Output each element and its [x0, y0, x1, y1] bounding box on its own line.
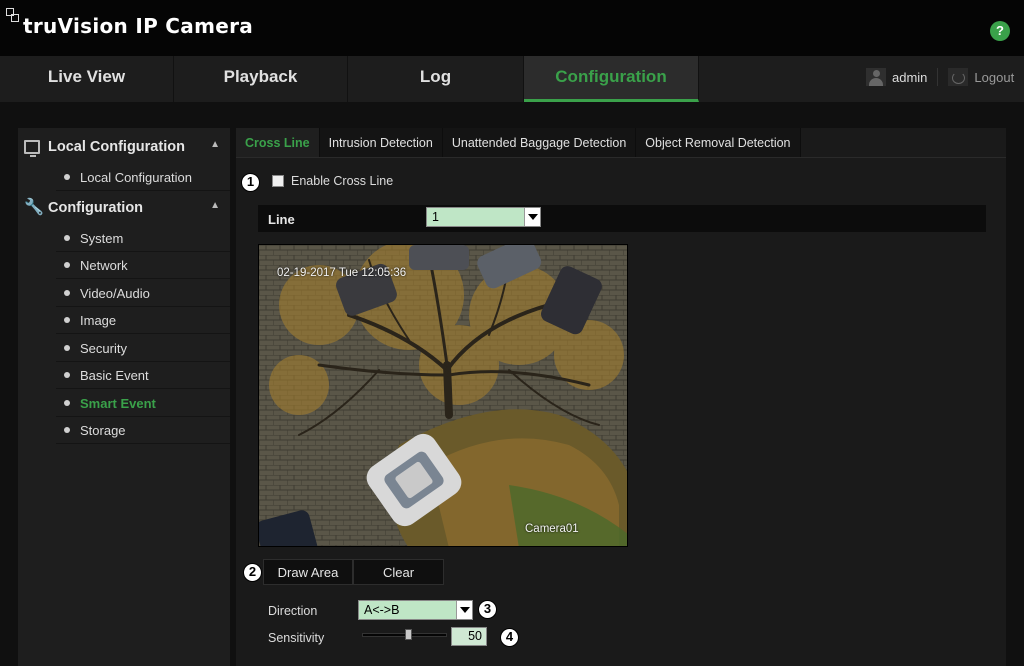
- logout-icon[interactable]: [948, 68, 969, 86]
- sensitivity-value-field[interactable]: 50: [451, 627, 487, 646]
- sidebar-item-storage[interactable]: Storage: [56, 417, 230, 444]
- enable-cross-line-row: Enable Cross Line: [272, 174, 393, 188]
- direction-select-value: A<->B: [364, 603, 400, 617]
- sidebar-item-network[interactable]: Network: [56, 252, 230, 279]
- camera-timestamp: 02-19-2017 Tue 12:05:36: [277, 267, 407, 279]
- sensitivity-slider-handle[interactable]: [405, 629, 412, 640]
- sidebar-item-label: Storage: [80, 422, 126, 438]
- sidebar-item-label: Security: [80, 340, 127, 356]
- line-select[interactable]: 1: [426, 207, 541, 227]
- username: admin: [892, 69, 928, 85]
- sidebar-item-local-configuration[interactable]: Local Configuration: [56, 164, 230, 191]
- tab-intrusion-detection[interactable]: Intrusion Detection: [319, 128, 443, 157]
- callout-4: 4: [500, 628, 519, 647]
- sidebar-item-security[interactable]: Security: [56, 335, 230, 362]
- tab-live-view[interactable]: Live View: [0, 56, 174, 102]
- clear-button[interactable]: Clear: [353, 559, 444, 585]
- sidebar-item-label: System: [80, 230, 124, 246]
- main-panel: Cross Line Intrusion Detection Unattende…: [236, 128, 1006, 666]
- line-row: Line 1: [258, 205, 986, 232]
- callout-1: 1: [241, 173, 260, 192]
- sidebar-item-label: Video/Audio: [80, 285, 150, 301]
- user-area: admin Logout: [866, 68, 1014, 86]
- wrench-icon: 🔧: [24, 199, 44, 216]
- sidebar-section-label: Configuration: [48, 200, 144, 216]
- tab-log[interactable]: Log: [348, 56, 524, 102]
- user-icon: [866, 68, 886, 86]
- bullet-icon: [64, 262, 70, 268]
- sidebar-section-local-configuration[interactable]: Local Configuration ▲: [18, 130, 230, 164]
- chevron-down-icon[interactable]: [456, 601, 472, 619]
- sidebar-section-configuration[interactable]: 🔧 Configuration ▲: [18, 191, 230, 225]
- tab-cross-line[interactable]: Cross Line: [236, 128, 320, 157]
- help-icon[interactable]: ?: [990, 21, 1010, 41]
- sidebar-item-basic-event[interactable]: Basic Event: [56, 362, 230, 389]
- camera-scene: [259, 245, 627, 546]
- sidebar-item-image[interactable]: Image: [56, 307, 230, 334]
- camera-preview[interactable]: 02-19-2017 Tue 12:05:36 Camera01: [258, 244, 628, 547]
- divider: [937, 68, 939, 86]
- app-header: truVision IP Camera ?: [0, 0, 1024, 56]
- chevron-up-icon[interactable]: ▲: [210, 200, 220, 211]
- bullet-icon: [64, 290, 70, 296]
- line-label: Line: [268, 212, 295, 227]
- sidebar-item-label: Network: [80, 257, 128, 273]
- callout-3: 3: [478, 600, 497, 619]
- smart-event-tabs: Cross Line Intrusion Detection Unattende…: [236, 128, 801, 157]
- sensitivity-label: Sensitivity: [268, 631, 325, 645]
- sidebar-item-smart-event[interactable]: Smart Event: [56, 390, 230, 417]
- sidebar-item-video-audio[interactable]: Video/Audio: [56, 280, 230, 307]
- brand-title: truVision IP Camera: [23, 14, 254, 38]
- bullet-icon: [64, 345, 70, 351]
- sidebar: Local Configuration ▲ Local Configuratio…: [18, 128, 230, 666]
- tab-underline: [236, 157, 1006, 158]
- bullet-icon: [64, 235, 70, 241]
- main-nav: Live View Playback Log Configuration adm…: [0, 56, 1024, 102]
- sidebar-item-label: Basic Event: [80, 367, 149, 383]
- sidebar-item-label: Local Configuration: [80, 169, 193, 185]
- brand-mark-icon: [6, 8, 22, 26]
- chevron-down-icon[interactable]: [524, 208, 540, 226]
- bullet-icon: [64, 400, 70, 406]
- bullet-icon: [64, 317, 70, 323]
- sidebar-item-system[interactable]: System: [56, 225, 230, 252]
- tab-configuration[interactable]: Configuration: [524, 56, 699, 102]
- enable-cross-line-label: Enable Cross Line: [291, 174, 394, 188]
- line-select-value: 1: [432, 210, 439, 224]
- direction-select[interactable]: A<->B: [358, 600, 473, 620]
- camera-name: Camera01: [525, 523, 579, 535]
- tab-object-removal-detection[interactable]: Object Removal Detection: [636, 128, 801, 157]
- brand-logo: truVision IP Camera: [6, 8, 253, 38]
- direction-label: Direction: [268, 604, 318, 618]
- sidebar-item-label: Smart Event: [80, 395, 156, 411]
- enable-cross-line-checkbox[interactable]: [272, 175, 284, 187]
- bullet-icon: [64, 427, 70, 433]
- bullet-icon: [64, 372, 70, 378]
- bullet-icon: [64, 174, 70, 180]
- draw-area-button[interactable]: Draw Area: [263, 559, 353, 585]
- tab-playback[interactable]: Playback: [174, 56, 348, 102]
- chevron-up-icon[interactable]: ▲: [210, 139, 220, 150]
- sidebar-item-label: Image: [80, 312, 117, 328]
- sidebar-section-label: Local Configuration: [48, 139, 185, 155]
- tab-unattended-baggage-detection[interactable]: Unattended Baggage Detection: [442, 128, 637, 157]
- monitor-icon: [24, 140, 40, 157]
- callout-2: 2: [243, 563, 262, 582]
- logout-link[interactable]: Logout: [974, 70, 1014, 85]
